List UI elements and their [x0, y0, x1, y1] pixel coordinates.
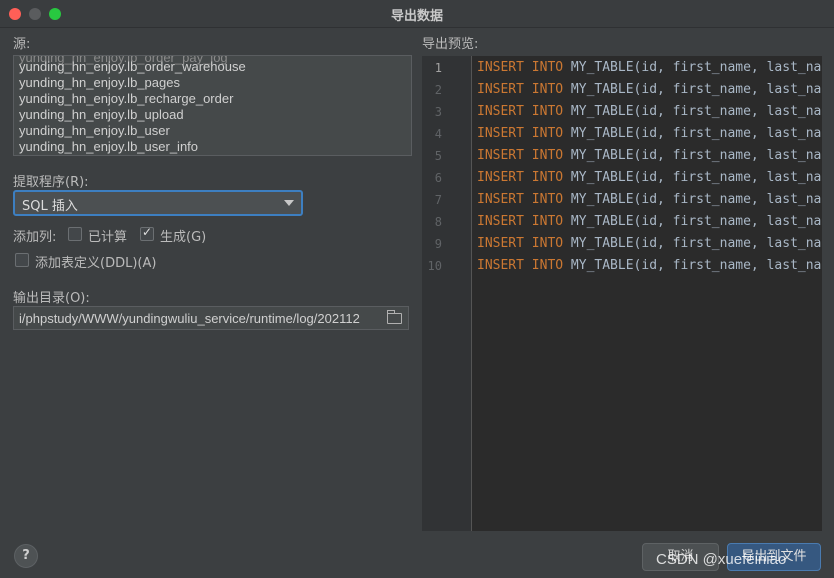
add-columns-label: 添加列: [13, 230, 57, 245]
code-line: INSERT INTO MY_TABLE(id, first_name, las… [477, 82, 822, 97]
output-dir-value: i/phpstudy/WWW/yundingwuliu_service/runt… [19, 311, 360, 326]
list-item[interactable]: yunding_hn_enjoy.lb_upload [19, 107, 184, 122]
list-item[interactable]: yunding_hn_enjoy.lb_recharge_order [19, 91, 233, 106]
line-number: 1 [434, 61, 442, 75]
code-line: INSERT INTO MY_TABLE(id, first_name, las… [477, 60, 822, 75]
list-item[interactable]: yunding_hn_enjoy.lb_pages [19, 75, 180, 90]
generated-checkbox[interactable] [140, 225, 154, 241]
source-label: 源: [13, 37, 31, 52]
window-title: 导出数据 [390, 9, 443, 24]
code-line: INSERT INTO MY_TABLE(id, first_name, las… [477, 214, 822, 229]
folder-icon[interactable] [387, 310, 402, 324]
code-line: INSERT INTO MY_TABLE(id, first_name, las… [477, 126, 822, 141]
code-line: INSERT INTO MY_TABLE(id, first_name, las… [477, 192, 822, 207]
ddl-label: 添加表定义(DDL)(A) [35, 256, 157, 271]
computed-checkbox[interactable] [68, 227, 82, 241]
line-number-gutter: 1 2 3 4 5 6 7 8 9 10 [422, 56, 472, 531]
code-line: INSERT INTO MY_TABLE(id, first_name, las… [477, 236, 822, 251]
extractor-value: SQL 插入 [22, 199, 78, 214]
list-item[interactable]: yunding_hn_enjoy.lb_user [19, 123, 170, 138]
line-number: 8 [434, 215, 442, 229]
code-line: INSERT INTO MY_TABLE(id, first_name, las… [477, 258, 822, 273]
line-number: 5 [434, 149, 442, 163]
line-number: 4 [434, 127, 442, 141]
help-button[interactable]: ? [14, 544, 38, 568]
line-number: 3 [434, 105, 442, 119]
source-list[interactable]: yunding_hn_enjoy.lb_order_pay_log yundin… [13, 55, 412, 156]
ddl-checkbox[interactable] [15, 253, 29, 267]
output-dir-label: 输出目录(O): [13, 291, 90, 306]
line-number: 6 [434, 171, 442, 185]
code-line: INSERT INTO MY_TABLE(id, first_name, las… [477, 104, 822, 119]
computed-label: 已计算 [88, 230, 128, 245]
line-number: 10 [427, 259, 442, 273]
list-item[interactable]: yunding_hn_enjoy.lb_user_info [19, 139, 198, 154]
line-number: 7 [434, 193, 442, 207]
export-preview-editor[interactable]: 1 2 3 4 5 6 7 8 9 10 INSERT INTO MY_TABL… [422, 56, 822, 531]
output-dir-field[interactable]: i/phpstudy/WWW/yundingwuliu_service/runt… [13, 306, 409, 330]
title-bar: 导出数据 [0, 0, 834, 28]
watermark: CSDN @xuefeiniao [656, 551, 787, 568]
code-line: INSERT INTO MY_TABLE(id, first_name, las… [477, 170, 822, 185]
chevron-down-icon [284, 200, 294, 206]
list-item[interactable]: yunding_hn_enjoy.lb_order_warehouse [19, 59, 246, 74]
line-number: 2 [434, 83, 442, 97]
preview-label: 导出预览: [422, 37, 479, 52]
line-number: 9 [434, 237, 442, 251]
extractor-label: 提取程序(R): [13, 175, 89, 190]
code-line: INSERT INTO MY_TABLE(id, first_name, las… [477, 148, 822, 163]
extractor-select[interactable]: SQL 插入 [13, 190, 303, 216]
generated-label: 生成(G) [160, 230, 207, 245]
